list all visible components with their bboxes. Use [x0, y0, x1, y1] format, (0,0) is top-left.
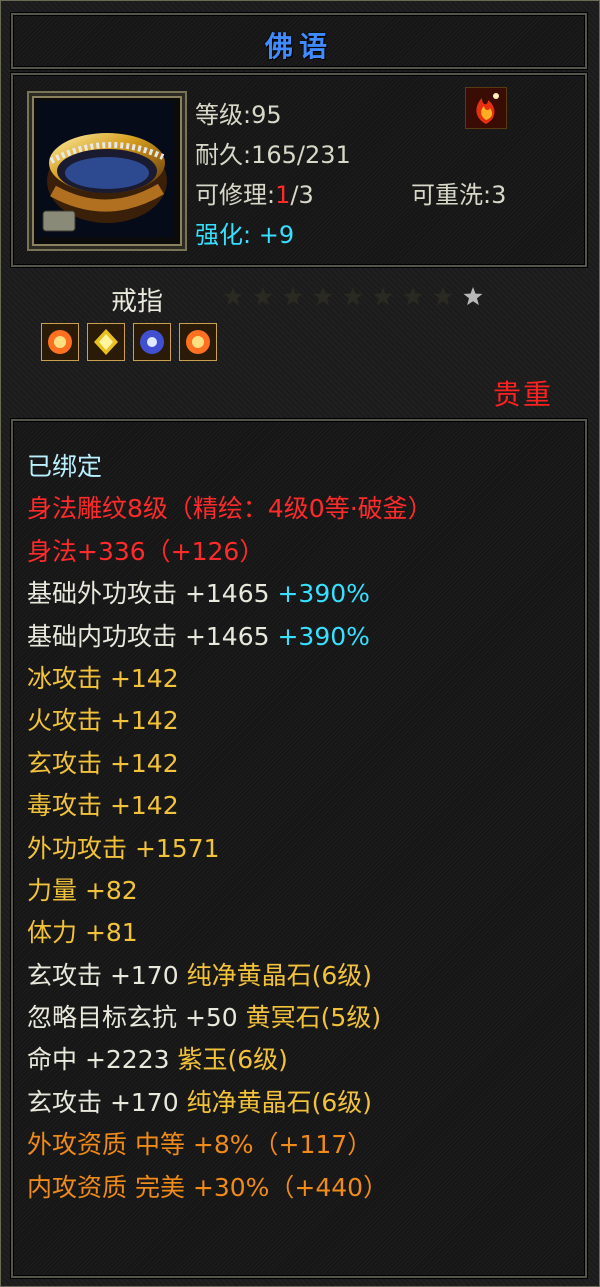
attribute-text: 内攻资质 完美 +30%（+440） [27, 1172, 389, 1202]
ring-icon [37, 101, 173, 237]
rewash-stat: 可重洗:3 [411, 181, 507, 209]
attribute-text: 外攻资质 中等 +8%（+117） [27, 1130, 373, 1160]
item-info-panel: 等级:95 耐久:165/231 可修理:1/3 可重洗:3 强化: +9 [11, 73, 587, 267]
attribute-row: 冰攻击 +142 [27, 663, 433, 705]
attribute-row: 基础内功攻击 +1465 +390% [27, 621, 433, 663]
attribute-row: 身法+336（+126） [27, 536, 433, 578]
attribute-row: 忽略目标玄抗 +50 黄冥石(5级) [27, 1002, 433, 1044]
attribute-text: 冰攻击 +142 [27, 663, 179, 693]
attribute-text: 体力 +81 [27, 918, 138, 948]
attribute-row: 基础外功攻击 +1465 +390% [27, 578, 433, 620]
attribute-text: 外功攻击 +1571 [27, 833, 220, 863]
attribute-row: 外攻资质 中等 +8%（+117） [27, 1129, 433, 1171]
attribute-row: 毒攻击 +142 [27, 790, 433, 832]
rarity-label: 贵重 [492, 378, 553, 411]
star-filled-icon [373, 287, 393, 306]
attribute-extra: +390% [277, 621, 370, 651]
enhance-label: 强化: [195, 221, 252, 249]
repair-stat: 可修理:1/3 [195, 175, 314, 210]
star-filled-icon [313, 287, 333, 306]
fire-gem-icon[interactable] [179, 323, 217, 361]
attribute-panel: 已绑定身法雕纹8级（精绘：4级0等·破釜） 身法+336（+126） 基础外功攻击 … [11, 419, 587, 1278]
star-filled-icon [223, 287, 243, 306]
attribute-text: 玄攻击 +170 [27, 1087, 187, 1117]
blue-gem-icon[interactable] [133, 323, 171, 361]
flame-icon[interactable] [465, 87, 507, 129]
attribute-row: 力量 +82 [27, 875, 433, 917]
attribute-text: 已绑定 [27, 452, 103, 481]
attribute-row: 玄攻击 +170 纯净黄晶石(6级) [27, 1087, 433, 1129]
attribute-text: 玄攻击 +142 [27, 748, 179, 778]
repair-used: 1 [275, 181, 291, 209]
attribute-text: 力量 +82 [27, 875, 138, 905]
attribute-extra: 纯净黄晶石(6级) [186, 960, 372, 990]
item-title: 佛语 [264, 30, 333, 63]
attribute-row: 火攻击 +142 [27, 705, 433, 747]
attribute-text: 基础内功攻击 +1465 [27, 621, 278, 651]
attribute-row: 内攻资质 完美 +30%（+440） [27, 1172, 433, 1214]
item-slot[interactable] [27, 91, 187, 251]
durability-stat: 耐久:165/231 [195, 141, 351, 169]
gold-gem-icon[interactable] [87, 323, 125, 361]
star-filled-icon [403, 287, 423, 306]
attribute-row: 玄攻击 +142 [27, 748, 433, 790]
attribute-text: 基础外功攻击 +1465 [27, 579, 278, 609]
attribute-row: 玄攻击 +170 纯净黄晶石(6级) [27, 960, 433, 1002]
attribute-extra: 黄冥石(5级) [245, 1003, 382, 1033]
attribute-row: 已绑定 [27, 451, 433, 493]
item-type: 戒指 [111, 287, 164, 317]
attribute-list: 已绑定身法雕纹8级（精绘：4级0等·破釜） 身法+336（+126） 基础外功攻击 … [27, 451, 433, 1214]
repair-total: /3 [290, 181, 314, 209]
attribute-text: 命中 +2223 [27, 1045, 178, 1075]
attribute-row: 身法雕纹8级（精绘：4级0等·破釜） [27, 493, 433, 535]
attribute-text: 玄攻击 +170 [27, 960, 187, 990]
star-filled-icon [253, 287, 273, 306]
title-bar: 佛语 [11, 13, 587, 69]
item-tooltip: 佛语 等级:95 耐久:165/231 可修理:1/3 可重洗:3 强化: +9… [0, 0, 600, 1287]
attribute-row: 外功攻击 +1571 [27, 833, 433, 875]
star-filled-icon [343, 287, 363, 306]
star-filled-icon [433, 287, 453, 306]
attribute-row: 命中 +2223 紫玉(6级) [27, 1044, 433, 1086]
attribute-extra: +390% [277, 579, 370, 609]
star-filled-icon [283, 287, 303, 306]
attribute-text: 毒攻击 +142 [27, 791, 179, 821]
attribute-extra: 纯净黄晶石(6级) [186, 1087, 372, 1117]
enhance-value: +9 [258, 221, 295, 249]
level-stat: 等级:95 [195, 101, 282, 129]
fire-gem-icon[interactable] [41, 323, 79, 361]
attribute-row: 体力 +81 [27, 917, 433, 959]
item-type-panel: 戒指 贵重 [1, 269, 599, 411]
enhance-stat: 强化: +9 [195, 215, 294, 250]
attribute-text: 火攻击 +142 [27, 706, 179, 736]
star-rating [223, 287, 483, 306]
attribute-text: 忽略目标玄抗 +50 [27, 1003, 246, 1033]
attribute-text: 身法雕纹8级（精绘：4级0等·破釜） [27, 494, 433, 524]
repair-label: 可修理: [195, 181, 276, 209]
attribute-text: 身法+336（+126） [27, 536, 265, 566]
star-empty-icon [463, 287, 483, 306]
attribute-extra: 紫玉(6级) [177, 1045, 288, 1075]
